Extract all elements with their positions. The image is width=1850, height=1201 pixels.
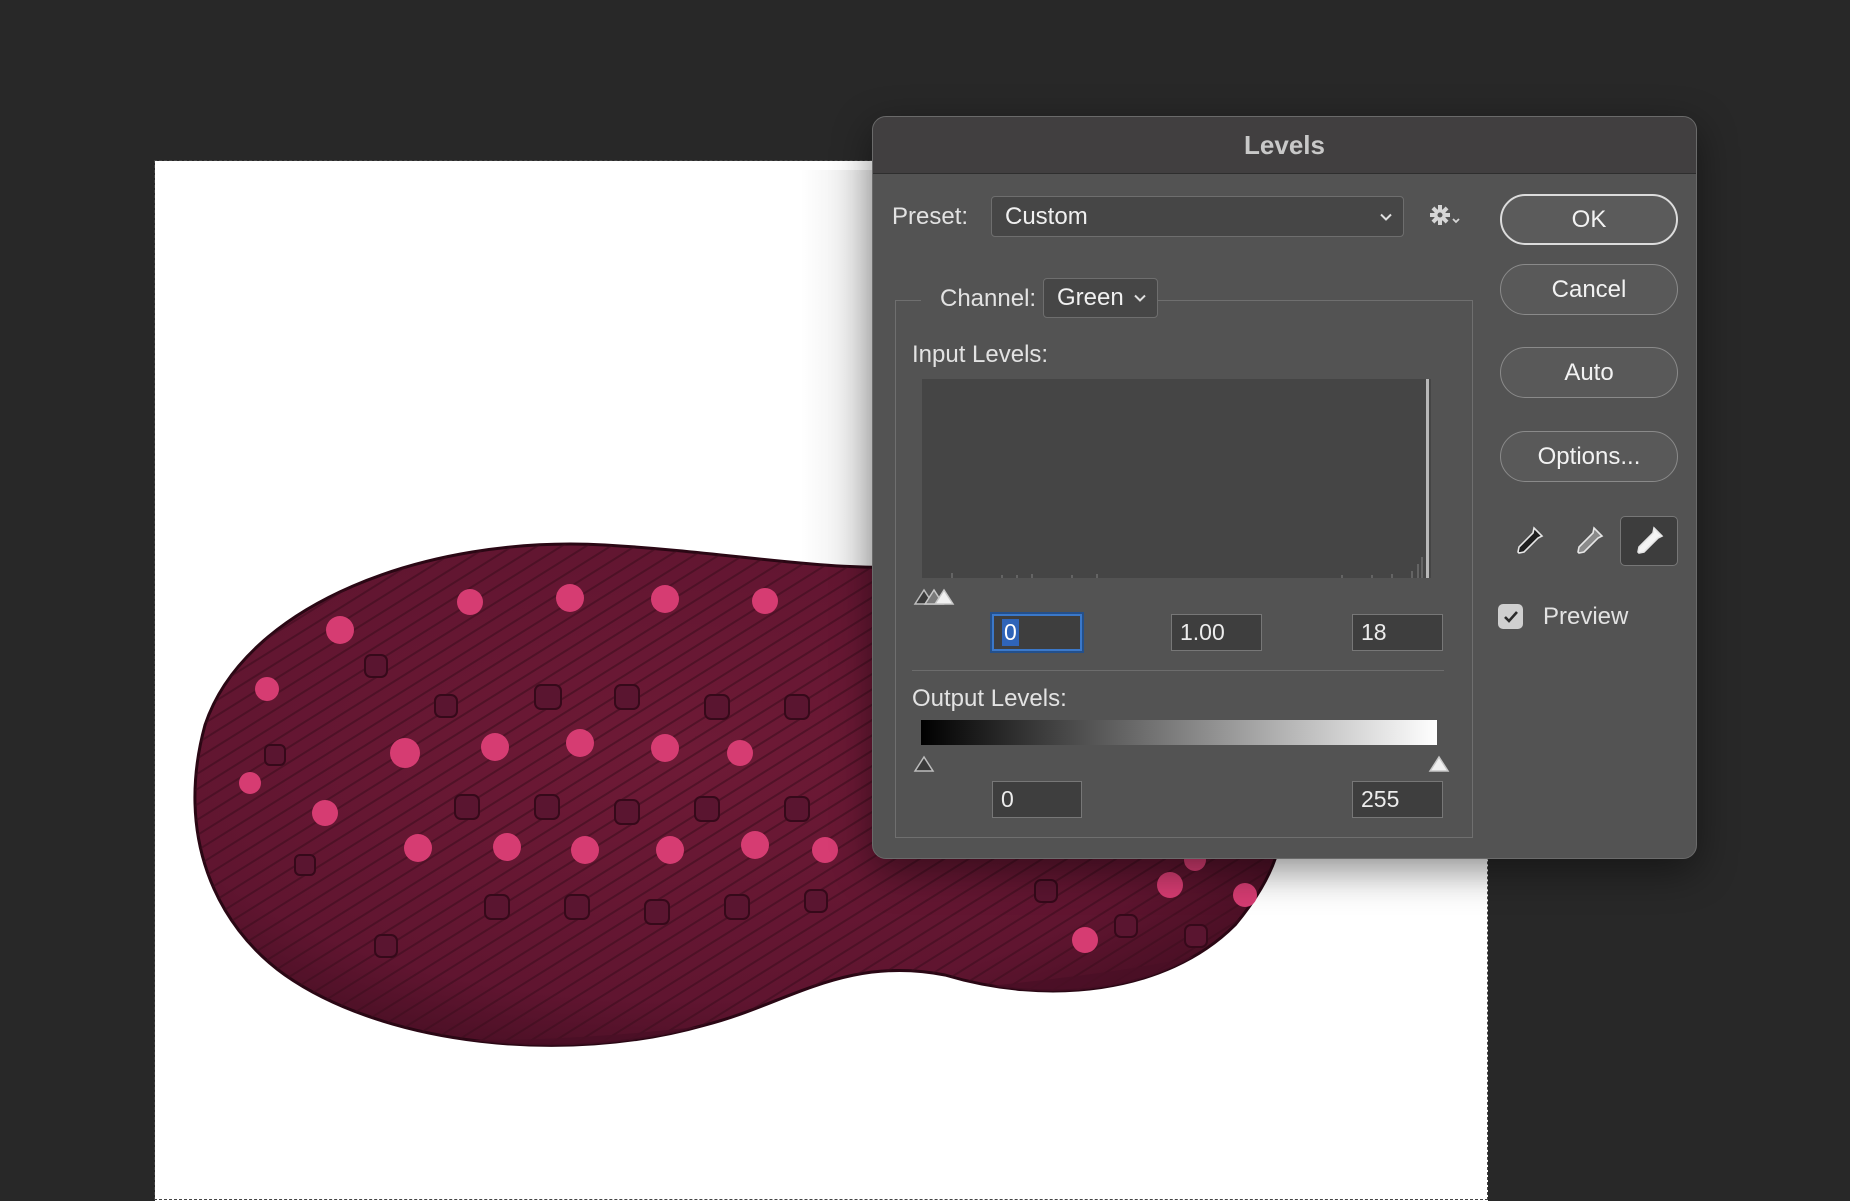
input-white-field[interactable]: 18 bbox=[1352, 614, 1443, 651]
checkmark-icon bbox=[1503, 610, 1518, 623]
dialog-titlebar[interactable]: Levels bbox=[873, 117, 1696, 174]
output-black-slider-icon bbox=[913, 755, 935, 772]
gear-icon[interactable] bbox=[1428, 201, 1464, 231]
divider bbox=[912, 670, 1444, 671]
output-white-slider-icon bbox=[1428, 755, 1450, 772]
output-slider-track[interactable] bbox=[913, 747, 1453, 773]
input-gamma-field[interactable]: 1.00 bbox=[1171, 614, 1262, 651]
preview-label: Preview bbox=[1543, 603, 1629, 630]
input-black-value: 0 bbox=[1002, 619, 1019, 646]
preset-value: Custom bbox=[1005, 202, 1088, 230]
output-white-field[interactable]: 255 bbox=[1352, 781, 1443, 818]
cancel-button[interactable]: Cancel bbox=[1500, 264, 1678, 315]
input-black-field[interactable]: 0 bbox=[992, 614, 1082, 651]
channel-value: Green bbox=[1057, 284, 1124, 311]
input-levels-label: Input Levels: bbox=[912, 341, 1049, 368]
input-slider-track[interactable] bbox=[913, 580, 1453, 606]
preset-label: Preset: bbox=[892, 203, 969, 230]
output-gradient-bar bbox=[921, 720, 1437, 745]
preview-checkbox[interactable] bbox=[1498, 604, 1523, 629]
options-button[interactable]: Options... bbox=[1500, 431, 1678, 482]
ok-button[interactable]: OK bbox=[1500, 194, 1678, 245]
preset-select[interactable]: Custom bbox=[991, 196, 1404, 237]
black-point-eyedropper-icon[interactable] bbox=[1500, 516, 1558, 566]
dialog-title: Levels bbox=[1244, 129, 1325, 160]
white-point-eyedropper-icon[interactable] bbox=[1620, 516, 1678, 566]
histogram bbox=[922, 379, 1431, 578]
channel-select[interactable]: Green bbox=[1043, 278, 1158, 318]
gray-point-eyedropper-icon[interactable] bbox=[1560, 516, 1618, 566]
levels-dialog: Levels Preset: Custom Channel: Green Inp… bbox=[872, 116, 1697, 859]
chevron-down-icon bbox=[1134, 294, 1146, 302]
auto-button[interactable]: Auto bbox=[1500, 347, 1678, 398]
chevron-down-icon bbox=[1380, 213, 1392, 221]
output-levels-label: Output Levels: bbox=[912, 685, 1067, 712]
output-black-field[interactable]: 0 bbox=[992, 781, 1082, 818]
channel-label: Channel: bbox=[932, 285, 1045, 313]
